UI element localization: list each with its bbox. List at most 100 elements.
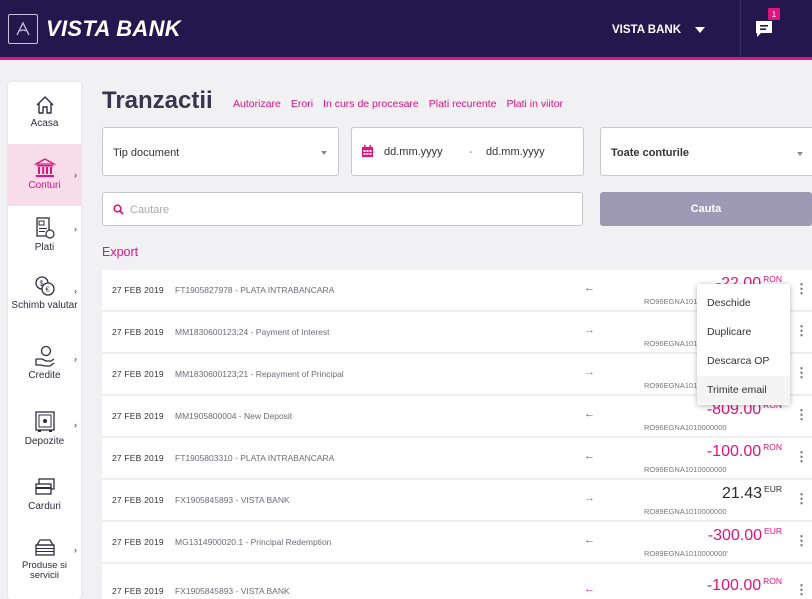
transaction-date: 27 FEB 2019	[112, 411, 164, 421]
menu-item-trimite-email[interactable]: Trimite email	[697, 376, 790, 404]
account-iban: RO96EGNA1010000000	[644, 423, 727, 432]
transaction-description: MM1830600123;24 - Payment of Interest	[175, 327, 330, 337]
arrow-left-icon: ←	[584, 583, 595, 595]
table-row[interactable]: 27 FEB 2019 FX1905845893 - VISTA BANK → …	[102, 480, 812, 521]
date-from-input[interactable]: dd.mm.yyyy	[384, 146, 443, 158]
transaction-description: MM1830600123;21 - Repayment of Principal	[175, 369, 344, 379]
transaction-date: 27 FEB 2019	[112, 586, 164, 596]
currency-label: RON	[763, 274, 782, 284]
row-menu-icon[interactable]: ⋮	[795, 583, 808, 596]
transaction-amount: -100.00 RON	[706, 576, 782, 594]
logo-text: VISTA BANK	[46, 16, 181, 41]
sidebar-item-label: Depozite	[24, 436, 65, 447]
transaction-date: 27 FEB 2019	[112, 285, 164, 295]
sidebar-item-acasa[interactable]: Acasa	[8, 90, 81, 140]
sidebar-item-schimb-valutar[interactable]: $ € Schimb valutar ›	[8, 274, 81, 336]
document-type-value: Tip document	[113, 147, 180, 159]
payments-icon	[35, 217, 55, 239]
sidebar-item-label: Schimb valutar	[11, 300, 78, 311]
date-separator: -	[469, 146, 473, 158]
document-type-select[interactable]: Tip document	[102, 127, 339, 176]
transaction-description: FX1905845893 - VISTA BANK	[175, 495, 290, 505]
messages-button[interactable]	[754, 19, 776, 39]
date-to-input[interactable]: dd.mm.yyyy	[486, 146, 545, 158]
currency-exchange-icon: $ €	[34, 276, 55, 296]
tab-plati-recurente[interactable]: Plati recurente	[429, 98, 497, 110]
row-menu-icon[interactable]: ⋮	[795, 534, 808, 547]
search-button[interactable]: Cauta	[600, 192, 812, 226]
products-icon	[34, 539, 55, 556]
search-input[interactable]: Cautare	[102, 192, 583, 226]
arrow-right-icon: →	[584, 324, 595, 336]
tab-in-curs[interactable]: In curs de procesare	[323, 98, 419, 110]
row-context-menu: Deschide Duplicare Descarca OP Trimite e…	[697, 284, 790, 405]
svg-text:€: €	[45, 287, 49, 294]
caret-down-icon	[321, 151, 327, 155]
accounts-select[interactable]: Toate conturile	[600, 127, 812, 176]
chevron-right-icon: ›	[74, 286, 77, 296]
arrow-left-icon: ←	[584, 534, 595, 546]
top-bar: VISTA BANK VISTA BANK 1	[0, 0, 812, 60]
sidebar-item-conturi[interactable]: Conturi ›	[8, 144, 81, 206]
transaction-date: 27 FEB 2019	[112, 495, 164, 505]
sidebar-item-carduri[interactable]: Carduri	[8, 477, 81, 527]
tab-autorizare[interactable]: Autorizare	[233, 98, 281, 110]
account-iban: RO89EGNA1010000000	[644, 507, 727, 516]
row-menu-icon[interactable]: ⋮	[795, 282, 808, 295]
menu-item-descarca-op[interactable]: Descarca OP	[697, 347, 790, 375]
home-icon	[36, 96, 53, 114]
logo[interactable]: VISTA BANK	[8, 14, 181, 44]
sidebar-item-produse[interactable]: Produse si servicii ›	[8, 537, 81, 597]
export-link[interactable]: Export	[102, 245, 138, 259]
transaction-tabs: Autorizare Erori In curs de procesare Pl…	[233, 98, 563, 110]
message-icon	[756, 21, 772, 37]
sidebar-item-depozite[interactable]: Depozite ›	[8, 410, 81, 465]
transaction-date: 27 FEB 2019	[112, 369, 164, 379]
row-menu-icon[interactable]: ⋮	[795, 492, 808, 505]
search-placeholder: Cautare	[130, 204, 170, 216]
row-menu-icon[interactable]: ⋮	[795, 408, 808, 421]
table-row[interactable]: 27 FEB 2019 FX1905845893 - VISTA BANK ← …	[102, 564, 812, 599]
chevron-right-icon: ›	[74, 420, 77, 430]
transaction-date: 27 FEB 2019	[112, 537, 164, 547]
account-iban: RO96EGNA1010000000	[644, 465, 727, 474]
divider	[740, 0, 741, 57]
arrow-right-icon: →	[584, 366, 595, 378]
bank-selector[interactable]: VISTA BANK	[612, 24, 705, 36]
tab-plati-viitor[interactable]: Plati in viitor	[506, 98, 563, 110]
credit-hand-icon	[34, 345, 54, 367]
transaction-description: MM1905800004 - New Deposit	[175, 411, 293, 421]
notification-badge: 1	[768, 8, 780, 20]
svg-text:$: $	[39, 281, 43, 288]
currency-label: EUR	[764, 484, 782, 494]
caret-down-icon	[695, 27, 705, 33]
menu-item-duplicare[interactable]: Duplicare	[697, 318, 790, 346]
menu-item-deschide[interactable]: Deschide	[697, 289, 790, 317]
table-row[interactable]: 27 FEB 2019 FT1905803310 - PLATA INTRABA…	[102, 438, 812, 479]
arrow-left-icon: ←	[584, 282, 595, 294]
chevron-right-icon: ›	[74, 224, 77, 234]
arrow-left-icon: ←	[584, 408, 595, 420]
accounts-value: Toate conturile	[611, 147, 690, 159]
sidebar-item-plati[interactable]: Plati ›	[8, 216, 81, 266]
table-row[interactable]: 27 FEB 2019 MG1314900020.1 - Principal R…	[102, 522, 812, 563]
row-menu-icon[interactable]: ⋮	[795, 450, 808, 463]
sidebar-item-label: Credite	[28, 370, 61, 381]
page-title: Tranzactii	[102, 87, 213, 114]
tab-erori[interactable]: Erori	[291, 98, 313, 110]
caret-down-icon	[797, 152, 803, 156]
calendar-icon	[362, 145, 373, 157]
sidebar-item-credite[interactable]: Credite ›	[8, 344, 81, 399]
sidebar-item-label: Conturi	[28, 180, 61, 191]
transaction-description: FT1905803310 - PLATA INTRABANCARA	[175, 453, 335, 463]
sidebar-item-label: Carduri	[28, 501, 61, 512]
cards-icon	[34, 478, 55, 495]
logo-mark-icon	[8, 14, 38, 44]
currency-label: RON	[763, 576, 782, 586]
row-menu-icon[interactable]: ⋮	[795, 324, 808, 337]
row-menu-icon[interactable]: ⋮	[795, 366, 808, 379]
date-range-field[interactable]: dd.mm.yyyy - dd.mm.yyyy	[351, 127, 584, 176]
chevron-right-icon: ›	[74, 354, 77, 364]
sidebar-item-label: Plati	[34, 242, 55, 253]
sidebar-item-label: Acasa	[30, 118, 59, 129]
